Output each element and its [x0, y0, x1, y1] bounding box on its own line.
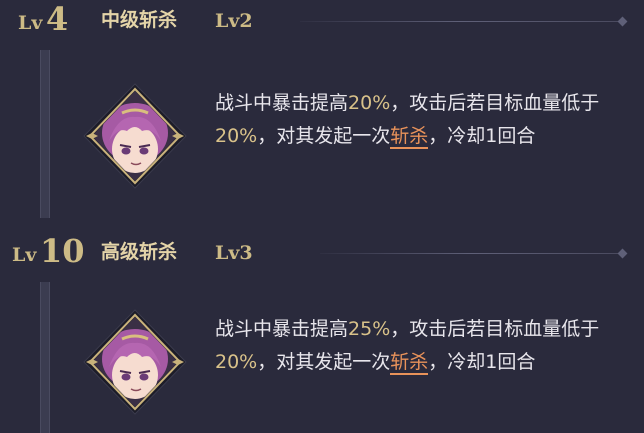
skill-description: 战斗中暴击提高20%，攻击后若目标血量低于20%，对其发起一次斩杀，冷却1回合 [215, 87, 615, 153]
crit-bonus-value: 25% [348, 318, 391, 340]
level-prefix: Lv [12, 244, 37, 266]
unlock-level: 10 [40, 232, 85, 270]
tier-header-2: Lv 10 高级斩杀 Lv3 [0, 232, 644, 272]
skill-description: 战斗中暴击提高25%，攻击后若目标血量低于 20%，对其发起一次斩杀，冷却1回合 [215, 313, 615, 379]
execute-keyword-link[interactable]: 斩杀 [390, 125, 429, 149]
hp-threshold-value: 20% [215, 351, 258, 373]
skill-name: 高级斩杀 [101, 241, 178, 263]
character-portrait-icon [82, 309, 188, 415]
skill-level: Lv3 [215, 242, 253, 264]
header-divider [300, 21, 622, 22]
character-portrait-icon [82, 83, 188, 189]
desc-text: 战斗中暴击提高 [215, 318, 349, 340]
crit-bonus-value: 20% [348, 92, 391, 114]
unlock-level: 4 [46, 0, 69, 38]
desc-text: ，攻击后若目标血量低于 [390, 318, 600, 340]
desc-text: 战斗中暴击提高 [215, 92, 349, 114]
desc-text: ，冷却1回合 [428, 125, 536, 147]
desc-text: ，冷却1回合 [428, 351, 536, 373]
desc-text: ，对其发起一次 [257, 125, 391, 147]
skill-level: Lv2 [215, 10, 253, 32]
header-divider [320, 253, 622, 254]
hp-threshold-value: 20% [215, 125, 258, 147]
desc-text: ，攻击后若目标血量低于 [390, 92, 600, 114]
tier-header-1: Lv 4 中级斩杀 Lv2 [0, 0, 644, 40]
desc-text: ，对其发起一次 [257, 351, 391, 373]
tier-rail [40, 50, 50, 218]
tier-rail [40, 282, 50, 433]
skill-name: 中级斩杀 [101, 9, 178, 31]
level-prefix: Lv [18, 12, 43, 34]
execute-keyword-link[interactable]: 斩杀 [390, 351, 429, 375]
